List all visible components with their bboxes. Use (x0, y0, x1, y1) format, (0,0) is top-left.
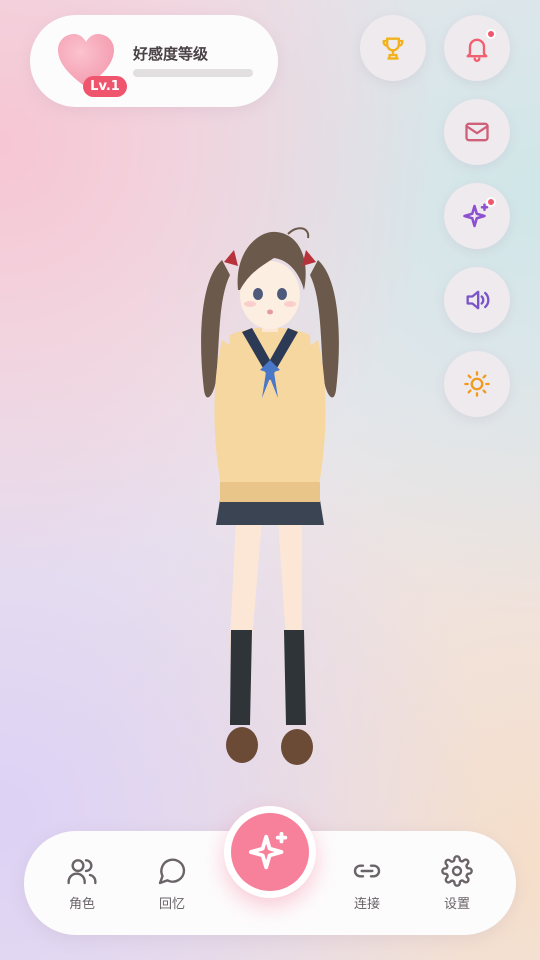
gear-icon (441, 855, 473, 887)
chat-bubble-icon (158, 858, 186, 885)
character-illustration[interactable] (170, 220, 370, 780)
notification-dot (486, 29, 496, 39)
brightness-button[interactable] (444, 351, 510, 417)
notification-dot (486, 197, 496, 207)
notifications-button[interactable] (444, 15, 510, 81)
nav-label: 连接 (353, 897, 380, 912)
achievements-button[interactable] (360, 15, 426, 81)
bell-icon (466, 38, 488, 62)
mail-icon (465, 122, 489, 142)
affinity-title: 好感度等级 (133, 45, 209, 63)
level-badge: Lv.1 (83, 76, 127, 97)
sound-button[interactable] (444, 267, 510, 333)
users-icon (67, 859, 97, 885)
trophy-icon (382, 37, 404, 60)
nav-label: 设置 (443, 897, 470, 912)
sparkle-icon (248, 831, 288, 870)
nav-item-characters[interactable]: 角色 (52, 855, 112, 919)
nav-item-connect[interactable]: 连接 (337, 855, 397, 919)
nav-label: 角色 (68, 897, 95, 912)
center-action-button[interactable] (224, 806, 316, 898)
center-action-inner[interactable] (231, 813, 309, 891)
sun-icon (464, 371, 490, 397)
nav-item-memories[interactable]: 回忆 (142, 855, 202, 919)
messages-button[interactable] (444, 99, 510, 165)
link-icon (353, 864, 381, 878)
affinity-card[interactable]: Lv.1 好感度等级 (30, 15, 278, 107)
affinity-progress-bar (133, 69, 253, 77)
nav-label: 回忆 (158, 897, 185, 912)
nav-item-settings[interactable]: 设置 (427, 855, 487, 919)
sparkle-button[interactable] (444, 183, 510, 249)
speaker-icon (466, 290, 490, 310)
